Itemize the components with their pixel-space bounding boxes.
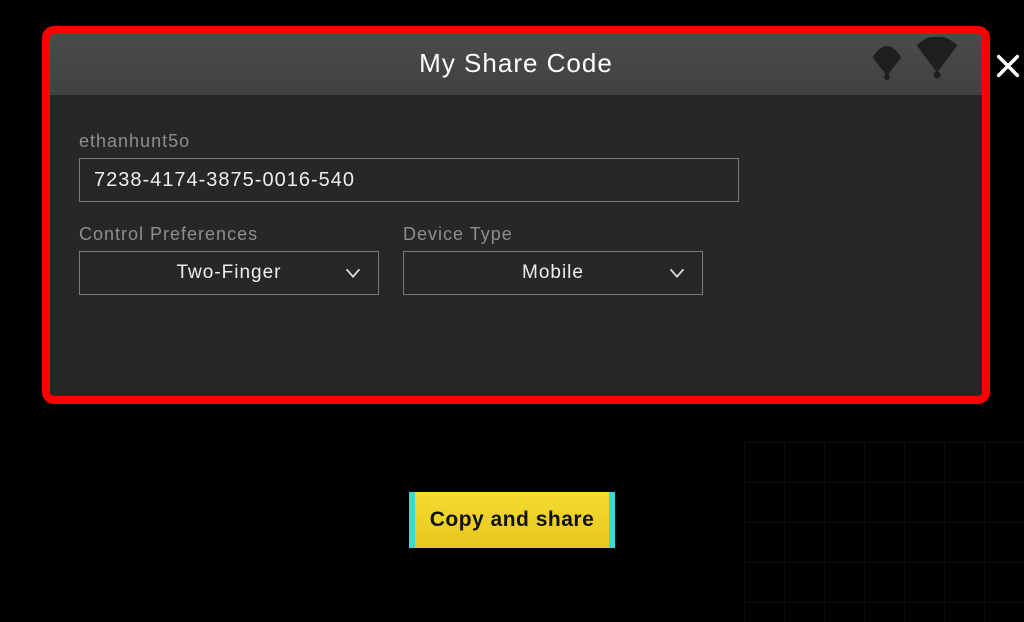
username-label: ethanhunt5o — [79, 131, 953, 152]
control-preferences-field: Control Preferences Two-Finger — [79, 224, 379, 295]
background-grid — [744, 442, 1024, 622]
control-preferences-label: Control Preferences — [79, 224, 379, 245]
device-type-label: Device Type — [403, 224, 703, 245]
device-type-select[interactable]: Mobile — [403, 251, 703, 295]
copy-and-share-button[interactable]: Copy and share — [409, 492, 615, 548]
device-type-value: Mobile — [522, 262, 584, 284]
share-code-dialog: My Share Code ethanhunt5o 7238-4174-3875… — [46, 30, 986, 400]
close-icon — [994, 52, 1022, 80]
control-preferences-select[interactable]: Two-Finger — [79, 251, 379, 295]
dialog-title: My Share Code — [419, 48, 613, 79]
dialog-body: ethanhunt5o 7238-4174-3875-0016-540 Cont… — [47, 95, 985, 315]
field-row: Control Preferences Two-Finger Device Ty… — [79, 224, 953, 295]
copy-and-share-label: Copy and share — [430, 508, 595, 532]
dialog-header: My Share Code — [47, 31, 985, 95]
control-preferences-value: Two-Finger — [176, 262, 281, 284]
close-button[interactable] — [986, 44, 1024, 88]
share-code-value: 7238-4174-3875-0016-540 — [94, 169, 355, 192]
parachute-decoration-icon — [857, 37, 967, 89]
share-code-input[interactable]: 7238-4174-3875-0016-540 — [79, 158, 739, 202]
chevron-down-icon — [342, 262, 364, 284]
device-type-field: Device Type Mobile — [403, 224, 703, 295]
chevron-down-icon — [666, 262, 688, 284]
